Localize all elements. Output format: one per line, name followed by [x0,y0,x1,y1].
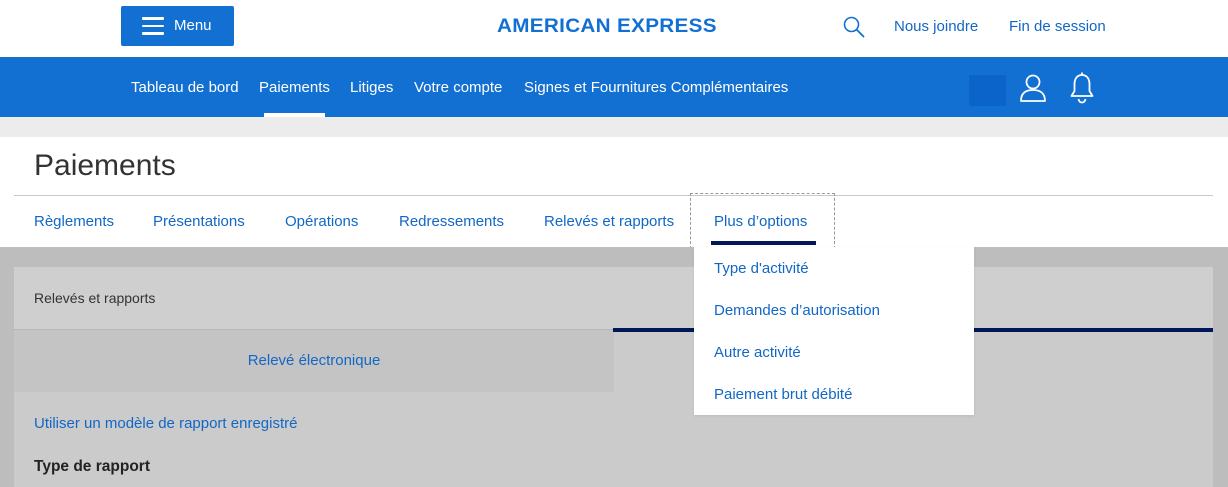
report-type-label: Type de rapport [34,458,150,475]
saved-template-link[interactable]: Utiliser un modèle de rapport enregistré [34,415,297,432]
nav-item-dashboard[interactable]: Tableau de bord [131,79,239,96]
dropdown-item-activity-type[interactable]: Type d'activité [714,260,809,277]
tab-electronic-statement[interactable]: Relevé électronique [14,330,614,392]
panel-heading: Relevés et rapports [34,290,156,306]
tab-electronic-statement-label: Relevé électronique [247,352,381,369]
subtab-more-options[interactable]: Plus d’options [714,213,807,230]
dropdown-item-authorizations[interactable]: Demandes d’autorisation [714,302,880,319]
panel-header: Relevés et rapports [14,267,1213,329]
page-title: Paiements [34,149,176,182]
nav-blank-button[interactable] [969,75,1006,106]
subtab-transactions[interactable]: Opérations [285,213,358,230]
statements-panel: Relevés et rapports Relevé électronique … [14,267,1213,487]
subtab-settlements[interactable]: Règlements [34,213,114,230]
more-options-dropdown: Type d'activité Demandes d’autorisation … [694,247,974,415]
subtab-statements-reports[interactable]: Relevés et rapports [544,213,674,230]
nav-item-disputes[interactable]: Litiges [350,79,393,96]
dropdown-item-gross-payment[interactable]: Paiement brut débité [714,386,852,403]
nav-item-supplies[interactable]: Signes et Fournitures Complémentaires [524,79,788,96]
subtab-adjustments[interactable]: Redressements [399,213,504,230]
main-nav: Tableau de bord Paiements Litiges Votre … [0,57,1228,117]
user-icon[interactable] [1019,73,1047,103]
amex-logo[interactable]: AMERICAN EXPRESS [497,15,717,38]
subtab-active-indicator [711,241,816,245]
dropdown-item-other-activity[interactable]: Autre activité [714,344,801,361]
search-icon[interactable] [843,16,865,38]
subtab-submissions[interactable]: Présentations [153,213,245,230]
page-background-band [0,117,1228,137]
logout-link[interactable]: Fin de session [1009,18,1106,35]
bell-icon[interactable] [1069,72,1095,104]
hamburger-icon [142,17,164,35]
nav-item-account[interactable]: Votre compte [414,79,502,96]
nav-item-payments[interactable]: Paiements [259,79,330,96]
contact-link[interactable]: Nous joindre [894,18,978,35]
page-header-card: Paiements Règlements Présentations Opéra… [14,137,1213,249]
top-header: Menu AMERICAN EXPRESS Nous joindre Fin d… [0,0,1228,57]
menu-button-label: Menu [174,17,212,34]
menu-button[interactable]: Menu [121,6,234,46]
divider [14,195,1213,196]
